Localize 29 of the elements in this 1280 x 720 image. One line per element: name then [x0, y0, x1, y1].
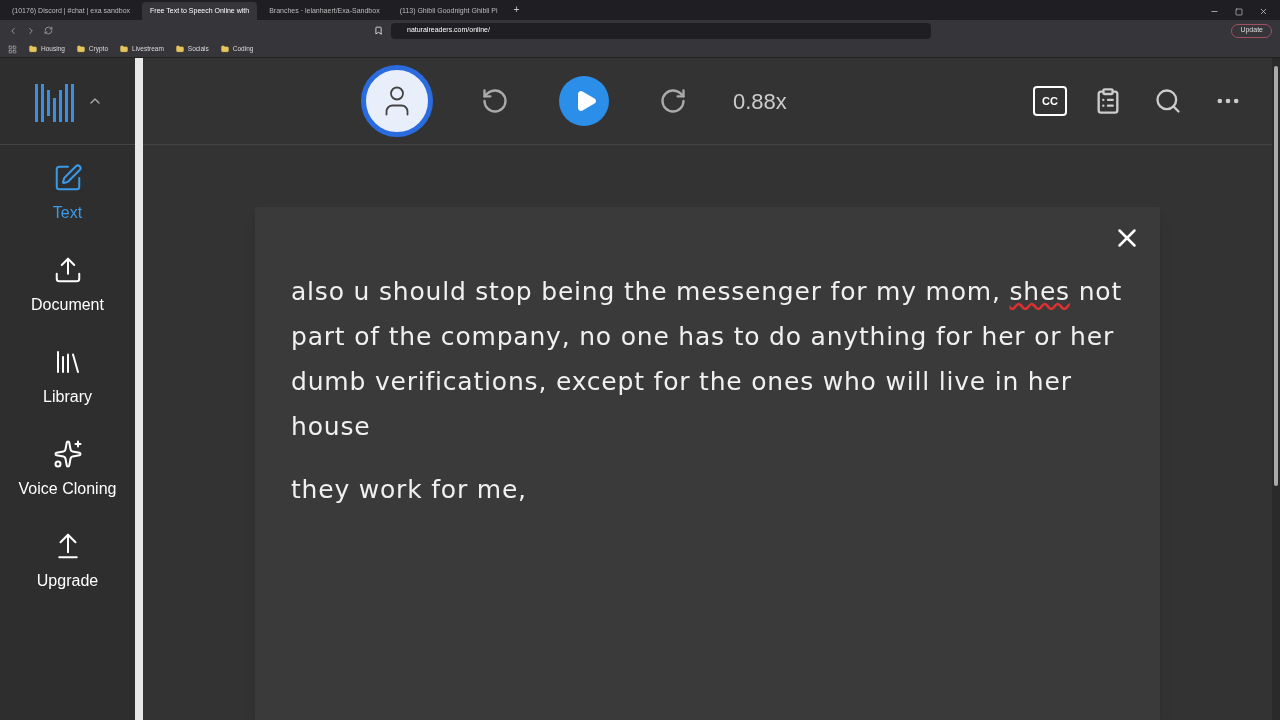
- bookmark-icon[interactable]: [374, 26, 383, 35]
- search-icon[interactable]: [1154, 87, 1182, 115]
- folder-icon: [175, 45, 184, 53]
- folder-icon: [120, 45, 128, 53]
- sidebar-item[interactable]: Library: [2, 347, 133, 409]
- rewind-icon[interactable]: [481, 87, 509, 115]
- reload-icon[interactable]: [44, 26, 53, 35]
- speed-button[interactable]: 0.88x: [733, 84, 787, 118]
- sidebar-item[interactable]: Upgrade: [2, 531, 133, 593]
- play-button[interactable]: [559, 76, 609, 126]
- new-tab-button[interactable]: +: [513, 2, 520, 17]
- sidebar-item[interactable]: Text: [2, 163, 133, 225]
- apps-icon[interactable]: [8, 44, 17, 54]
- forward-icon[interactable]: [659, 87, 687, 115]
- document-text[interactable]: they work for me,: [291, 467, 1130, 512]
- sidebar-item[interactable]: Document: [2, 255, 133, 317]
- voice-icon: [52, 439, 83, 469]
- maximize-icon[interactable]: [1235, 8, 1243, 16]
- document-text[interactable]: also u should stop being the messenger for my mom, shes not part of the company, no one has to do anything for her or her dumb verifications, except for the ones who will live in her house: [291, 269, 1130, 449]
- captions-button[interactable]: CC: [1033, 86, 1067, 116]
- folder-icon: [76, 45, 85, 53]
- forward-icon[interactable]: [26, 25, 36, 36]
- scrollbar[interactable]: [135, 58, 143, 720]
- folder-icon: [29, 45, 37, 53]
- folder-icon: [220, 45, 229, 53]
- page-scrollbar[interactable]: [1272, 58, 1280, 720]
- sidebar-item[interactable]: Voice Cloning: [2, 439, 133, 501]
- close-icon[interactable]: [1259, 7, 1268, 16]
- back-icon[interactable]: [8, 25, 18, 36]
